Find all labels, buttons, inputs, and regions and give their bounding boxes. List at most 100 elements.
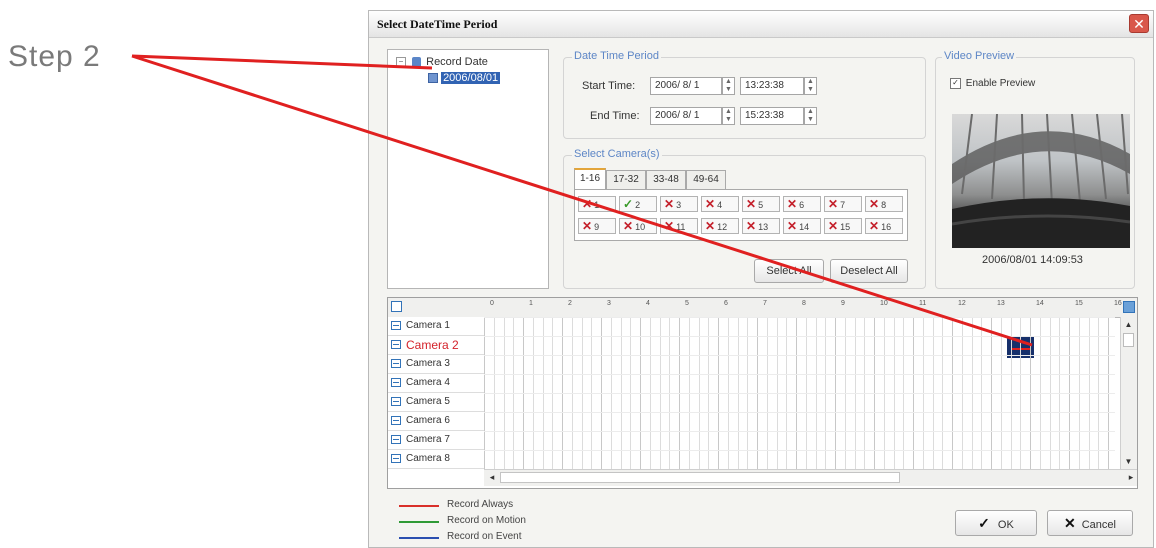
tree-child-2006-08-01[interactable]: 2006/08/01 xyxy=(428,72,501,84)
timeline-panel: 0 1 2 3 4 5 6 7 8 9 10 11 12 13 14 15 16 Camera 1 Camera … xyxy=(387,297,1138,489)
timeline-camera-5[interactable]: Camera 5 xyxy=(388,393,484,412)
deselect-all-button[interactable]: Deselect All xyxy=(830,259,908,283)
timeline-tick-16: 16 xyxy=(1114,300,1122,307)
camera-button-9[interactable]: ✕ 9 xyxy=(578,218,616,234)
grid-hline xyxy=(484,431,1115,432)
timeline-tick-1: 1 xyxy=(529,300,533,307)
camera-button-label: 11 xyxy=(676,222,686,232)
x-icon: ✕ xyxy=(582,219,593,233)
x-icon: ✕ xyxy=(869,197,880,211)
timeline-camera-2[interactable]: Camera 2 xyxy=(388,336,484,355)
timeline-camera-1[interactable]: Camera 1 xyxy=(388,317,484,336)
scroll-down-icon[interactable]: ▼ xyxy=(1123,456,1134,467)
ok-button[interactable]: ✓ OK xyxy=(955,510,1037,536)
tab-33-48[interactable]: 33-48 xyxy=(646,170,686,189)
camera-button-label: 9 xyxy=(594,222,600,232)
camera-button-16[interactable]: ✕ 16 xyxy=(865,218,903,234)
minus-icon[interactable]: − xyxy=(396,57,406,68)
legend-label: Record on Event xyxy=(447,531,522,542)
timeline-camera-8[interactable]: Camera 8 xyxy=(388,450,484,469)
database-icon xyxy=(412,56,422,68)
end-date-spinner[interactable]: ▲ ▼ xyxy=(722,107,735,125)
timeline-camera-6[interactable]: Camera 6 xyxy=(388,412,484,431)
camera-button-7[interactable]: ✕ 7 xyxy=(824,196,862,212)
horizontal-scroll-thumb[interactable] xyxy=(500,472,900,483)
vertical-scroll-thumb[interactable] xyxy=(1123,333,1134,347)
start-date-spinner[interactable]: ▲ ▼ xyxy=(722,77,735,95)
scroll-up-icon[interactable]: ▲ xyxy=(1123,319,1134,330)
camera-button-label: 15 xyxy=(840,222,851,232)
camera-button-2[interactable]: ✓ 2 xyxy=(619,196,657,212)
timeline-tick-0: 0 xyxy=(490,300,494,307)
timeline-camera-7[interactable]: Camera 7 xyxy=(388,431,484,450)
x-icon: ✕ xyxy=(787,219,798,233)
camera-button-12[interactable]: ✕ 12 xyxy=(701,218,739,234)
tree-child-label: 2006/08/01 xyxy=(441,72,501,84)
camera-button-15[interactable]: ✕ 15 xyxy=(824,218,862,234)
camera-button-11[interactable]: ✕ 11 xyxy=(660,218,698,234)
timeline-camera-list: Camera 1 Camera 2 Camera 3 Camera 4 Camera 5… xyxy=(388,317,485,469)
timeline-tick-11: 11 xyxy=(919,300,927,307)
horizontal-scrollbar[interactable]: ◂ ▸ xyxy=(484,469,1137,486)
grid-hline xyxy=(484,374,1115,375)
preview-timestamp: 2006/08/01 14:09:53 xyxy=(982,254,1083,266)
scroll-left-icon[interactable]: ◂ xyxy=(486,471,498,483)
camera-button-label: 10 xyxy=(635,222,646,232)
end-time-field[interactable]: 15:23:38 xyxy=(740,107,804,125)
cancel-button[interactable]: ✕ Cancel xyxy=(1047,510,1133,536)
x-icon: ✕ xyxy=(582,197,593,211)
camera-button-5[interactable]: ✕ 5 xyxy=(742,196,780,212)
grid-hline xyxy=(484,393,1115,394)
camera-button-14[interactable]: ✕ 14 xyxy=(783,218,821,234)
legend-line xyxy=(399,505,439,507)
timeline-tick-14: 14 xyxy=(1036,300,1044,307)
camera-button-4[interactable]: ✕ 4 xyxy=(701,196,739,212)
camera-button-label: 12 xyxy=(717,222,728,232)
x-icon: ✕ xyxy=(705,219,716,233)
select-cameras-group: Select Camera(s) 1-16 17-32 33-48 49-64 ✕ 1 ✓… xyxy=(563,148,926,289)
timeline-corner-icon[interactable] xyxy=(391,301,402,312)
video-preview-group: Video Preview ✓ Enable Preview 2006/08/0… xyxy=(935,50,1135,289)
start-time-spinner[interactable]: ▲ ▼ xyxy=(804,77,817,95)
check-icon: ✓ xyxy=(623,197,634,211)
x-icon: ✕ xyxy=(787,197,798,211)
camera-button-label: 16 xyxy=(881,222,892,232)
enable-preview-checkbox[interactable]: ✓ Enable Preview xyxy=(950,78,1035,89)
tab-1-16[interactable]: 1-16 xyxy=(574,168,606,189)
timeline-tick-9: 9 xyxy=(841,300,845,307)
timeline-camera-4[interactable]: Camera 4 xyxy=(388,374,484,393)
start-time-field[interactable]: 13:23:38 xyxy=(740,77,804,95)
timeline-tick-6: 6 xyxy=(724,300,728,307)
camera-button-6[interactable]: ✕ 6 xyxy=(783,196,821,212)
close-icon[interactable]: ✕ xyxy=(1129,14,1149,33)
timeline-camera-3[interactable]: Camera 3 xyxy=(388,355,484,374)
camera-button-8[interactable]: ✕ 8 xyxy=(865,196,903,212)
camera-tabs: 1-16 17-32 33-48 49-64 xyxy=(574,168,914,189)
camera-button-10[interactable]: ✕ 10 xyxy=(619,218,657,234)
tab-49-64[interactable]: 49-64 xyxy=(686,170,726,189)
legend-label: Record Always xyxy=(447,499,514,510)
timeline-grid[interactable] xyxy=(484,317,1115,469)
camera-button-label: 4 xyxy=(717,200,723,210)
zoom-icon[interactable] xyxy=(1123,301,1135,313)
x-icon: ✕ xyxy=(828,219,839,233)
end-date-field[interactable]: 2006/ 8/ 1 xyxy=(650,107,722,125)
checkbox-checked-icon[interactable]: ✓ xyxy=(950,78,961,89)
timeline-camera-label: Camera 6 xyxy=(406,415,450,426)
camera-button-13[interactable]: ✕ 13 xyxy=(742,218,780,234)
scroll-right-icon[interactable]: ▸ xyxy=(1125,471,1137,483)
start-date-field[interactable]: 2006/ 8/ 1 xyxy=(650,77,722,95)
vertical-scrollbar[interactable]: ▲ ▼ xyxy=(1120,317,1137,469)
tab-17-32[interactable]: 17-32 xyxy=(606,170,646,189)
camera-button-label: 14 xyxy=(799,222,810,232)
timeline-tick-2: 2 xyxy=(568,300,572,307)
camera-button-3[interactable]: ✕ 3 xyxy=(660,196,698,212)
date-time-period-title: Date Time Period xyxy=(572,50,661,62)
tree-root[interactable]: − Record Date xyxy=(396,56,488,68)
end-time-spinner[interactable]: ▲ ▼ xyxy=(804,107,817,125)
timeline-tick-13: 13 xyxy=(997,300,1005,307)
camera-button-1[interactable]: ✕ 1 xyxy=(578,196,616,212)
x-icon: ✕ xyxy=(664,219,675,233)
step-label: Step 2 xyxy=(8,40,101,73)
select-all-button[interactable]: Select All xyxy=(754,259,824,283)
